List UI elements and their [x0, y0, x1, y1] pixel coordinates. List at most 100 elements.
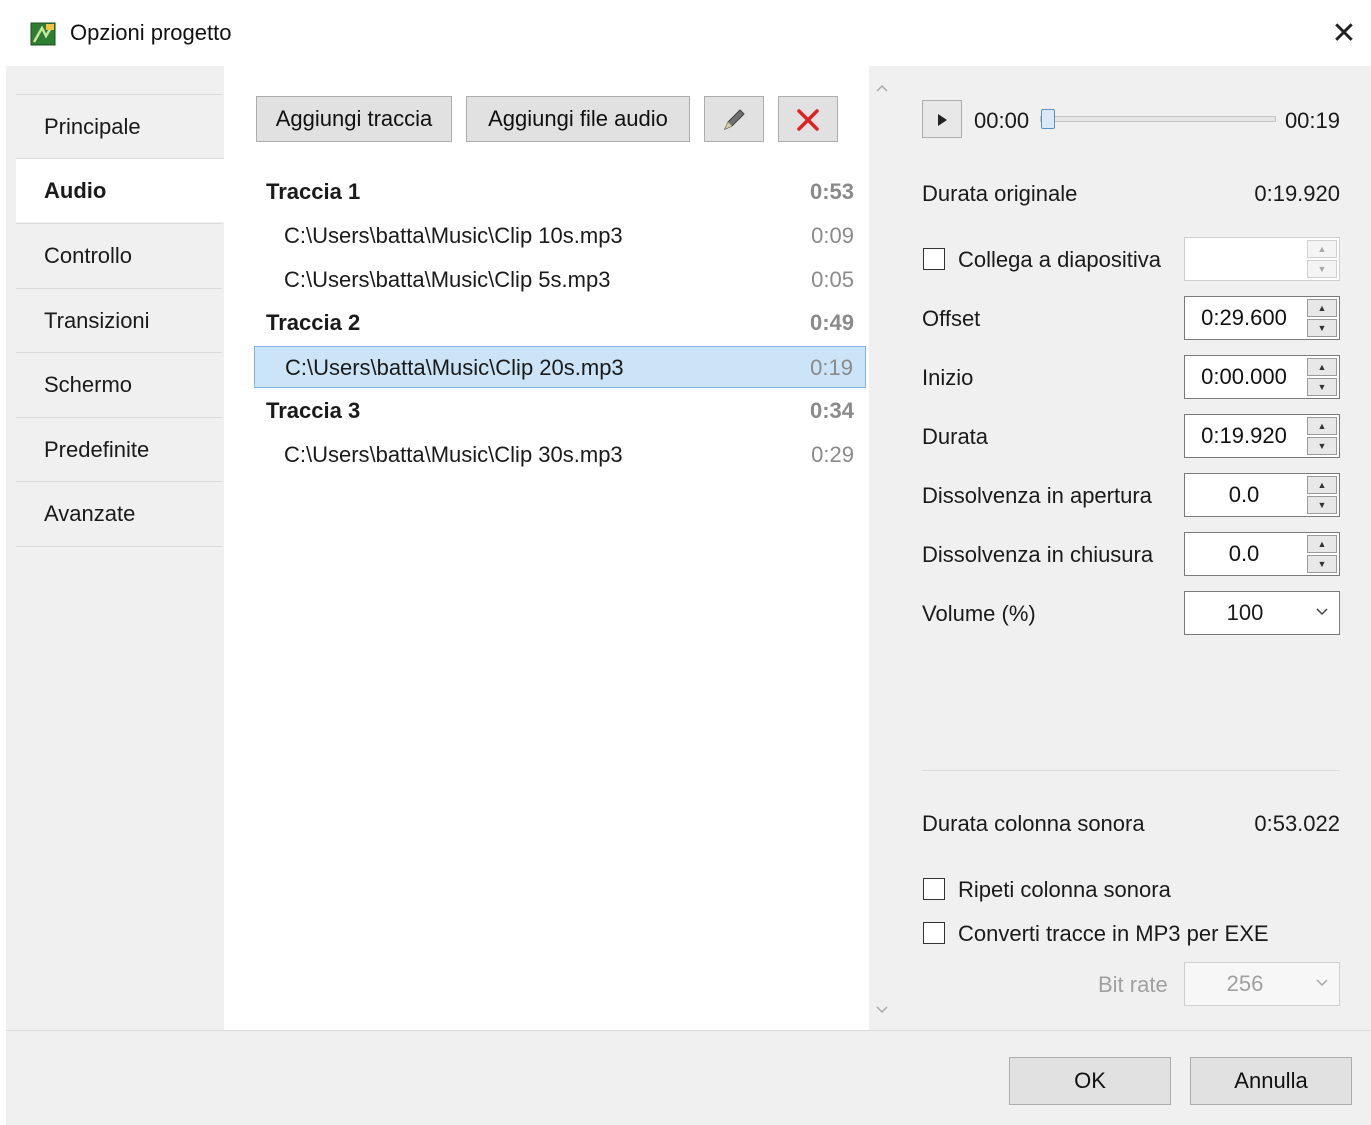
cancel-button[interactable]: Annulla — [1190, 1057, 1352, 1105]
track-row[interactable]: Traccia 1 0:53 — [254, 171, 866, 213]
audio-file-duration: 0:19 — [810, 355, 853, 380]
play-icon — [938, 114, 947, 126]
offset-spinner[interactable]: 0:29.600 ▲ ▼ — [1184, 296, 1340, 340]
convert-mp3-label: Converti tracce in MP3 per EXE — [958, 921, 1269, 946]
volume-select[interactable]: 100 — [1184, 591, 1340, 635]
audio-file-row-selected[interactable]: C:\Users\batta\Music\Clip 20s.mp3 0:19 — [254, 346, 866, 388]
duration-label: Durata — [922, 424, 989, 449]
offset-value[interactable]: 0:29.600 — [1185, 297, 1303, 339]
audio-file-path: C:\Users\batta\Music\Clip 30s.mp3 — [284, 442, 623, 467]
bitrate-value: 256 — [1226, 971, 1264, 996]
repeat-soundtrack-label: Ripeti colonna sonora — [958, 877, 1171, 902]
bitrate-select: 256 — [1184, 962, 1340, 1006]
ok-button[interactable]: OK — [1009, 1057, 1171, 1105]
link-to-slide-value — [1185, 238, 1303, 280]
audio-file-path: C:\Users\batta\Music\Clip 10s.mp3 — [284, 223, 623, 248]
fade-out-spinner[interactable]: 0.0 ▲ ▼ — [1184, 532, 1340, 576]
duration-spinner[interactable]: 0:19.920 ▲ ▼ — [1184, 414, 1340, 458]
spin-up-icon[interactable]: ▲ — [1307, 358, 1337, 376]
sidebar-divider — [16, 546, 222, 547]
volume-label: Volume (%) — [922, 601, 1036, 626]
soundtrack-duration-label: Durata colonna sonora — [922, 811, 1145, 836]
track-name: Traccia 2 — [266, 310, 361, 335]
sidebar-item-schermo[interactable]: Schermo — [16, 352, 222, 416]
seek-slider[interactable] — [1040, 109, 1276, 129]
fade-in-value[interactable]: 0.0 — [1185, 474, 1303, 516]
audio-file-row[interactable]: C:\Users\batta\Music\Clip 5s.mp3 0:05 — [254, 259, 866, 301]
delete-x-icon — [797, 109, 819, 131]
sidebar-item-predefinite[interactable]: Predefinite — [16, 417, 222, 481]
audio-file-path: C:\Users\batta\Music\Clip 5s.mp3 — [284, 267, 611, 292]
spin-down-icon: ▼ — [1307, 260, 1337, 278]
sidebar-item-audio[interactable]: Audio — [16, 158, 224, 222]
repeat-soundtrack-checkbox[interactable] — [923, 878, 945, 900]
original-duration-label: Durata originale — [922, 181, 1078, 206]
audio-file-row[interactable]: C:\Users\batta\Music\Clip 10s.mp3 0:09 — [254, 215, 866, 257]
track-name: Traccia 1 — [266, 179, 361, 204]
spin-down-icon[interactable]: ▼ — [1307, 555, 1337, 573]
spin-up-icon[interactable]: ▲ — [1307, 535, 1337, 553]
start-value[interactable]: 0:00.000 — [1185, 356, 1303, 398]
add-audio-file-button[interactable]: Aggiungi file audio — [466, 96, 690, 142]
spin-up-icon[interactable]: ▲ — [1307, 417, 1337, 435]
project-options-dialog: Opzioni progetto ✕ Principale Audio Cont… — [0, 0, 1371, 1125]
close-icon[interactable]: ✕ — [1324, 14, 1364, 54]
scroll-up-icon[interactable] — [869, 74, 895, 104]
fade-in-label: Dissolvenza in apertura — [922, 483, 1152, 508]
sidebar-item-principale[interactable]: Principale — [16, 94, 222, 158]
delete-button[interactable] — [778, 96, 838, 142]
edit-button[interactable] — [704, 96, 764, 142]
soundtrack-duration-value: 0:53.022 — [1254, 811, 1340, 836]
spin-down-icon[interactable]: ▼ — [1307, 319, 1337, 337]
spin-down-icon[interactable]: ▼ — [1307, 437, 1337, 455]
sidebar-item-controllo[interactable]: Controllo — [16, 223, 222, 287]
sidebar: Principale Audio Controllo Transizioni S… — [16, 66, 225, 1030]
title-bar: Opzioni progetto ✕ — [6, 0, 1371, 66]
duration-value[interactable]: 0:19.920 — [1185, 415, 1303, 457]
start-label: Inizio — [922, 365, 974, 390]
track-row[interactable]: Traccia 2 0:49 — [254, 302, 866, 344]
audio-file-duration: 0:29 — [811, 442, 854, 467]
original-duration-value: 0:19.920 — [1254, 181, 1340, 206]
bitrate-label: Bit rate — [1098, 972, 1168, 997]
audio-file-row[interactable]: C:\Users\batta\Music\Clip 30s.mp3 0:29 — [254, 434, 866, 476]
pencil-icon — [724, 109, 745, 130]
audio-file-duration: 0:09 — [811, 223, 854, 248]
link-to-slide-checkbox[interactable] — [923, 248, 945, 270]
track-row[interactable]: Traccia 3 0:34 — [254, 390, 866, 432]
fade-out-value[interactable]: 0.0 — [1185, 533, 1303, 575]
spin-down-icon[interactable]: ▼ — [1307, 496, 1337, 514]
chevron-down-icon — [1315, 963, 1329, 1005]
track-duration: 0:49 — [809, 310, 854, 335]
play-button[interactable] — [922, 100, 962, 138]
player-total-time: 00:19 — [1284, 108, 1340, 133]
track-duration: 0:34 — [809, 398, 854, 423]
seek-slider-thumb[interactable] — [1041, 109, 1055, 129]
window-title: Opzioni progetto — [70, 20, 232, 45]
convert-mp3-checkbox[interactable] — [923, 922, 945, 944]
spin-up-icon[interactable]: ▲ — [1307, 299, 1337, 317]
track-name: Traccia 3 — [266, 398, 361, 423]
add-track-button[interactable]: Aggiungi traccia — [256, 96, 452, 142]
spin-up-icon: ▲ — [1307, 240, 1337, 258]
volume-value: 100 — [1226, 600, 1264, 625]
audio-file-duration: 0:05 — [811, 267, 854, 292]
splitter-scrollbar[interactable] — [869, 66, 895, 1030]
track-duration: 0:53 — [809, 179, 854, 204]
offset-label: Offset — [922, 306, 981, 331]
player-current-time: 00:00 — [974, 108, 1030, 133]
link-to-slide-label: Collega a diapositiva — [958, 247, 1162, 272]
audio-file-path: C:\Users\batta\Music\Clip 20s.mp3 — [285, 355, 624, 380]
section-divider — [922, 770, 1340, 771]
fade-in-spinner[interactable]: 0.0 ▲ ▼ — [1184, 473, 1340, 517]
spin-down-icon[interactable]: ▼ — [1307, 378, 1337, 396]
scroll-down-icon[interactable] — [869, 996, 895, 1026]
start-spinner[interactable]: 0:00.000 ▲ ▼ — [1184, 355, 1340, 399]
spin-up-icon[interactable]: ▲ — [1307, 476, 1337, 494]
sidebar-item-transizioni[interactable]: Transizioni — [16, 288, 222, 352]
app-icon — [30, 22, 56, 46]
sidebar-item-avanzate[interactable]: Avanzate — [16, 481, 222, 545]
link-to-slide-spinner: ▲ ▼ — [1184, 237, 1340, 281]
chevron-down-icon — [1315, 592, 1329, 634]
fade-out-label: Dissolvenza in chiusura — [922, 542, 1154, 567]
